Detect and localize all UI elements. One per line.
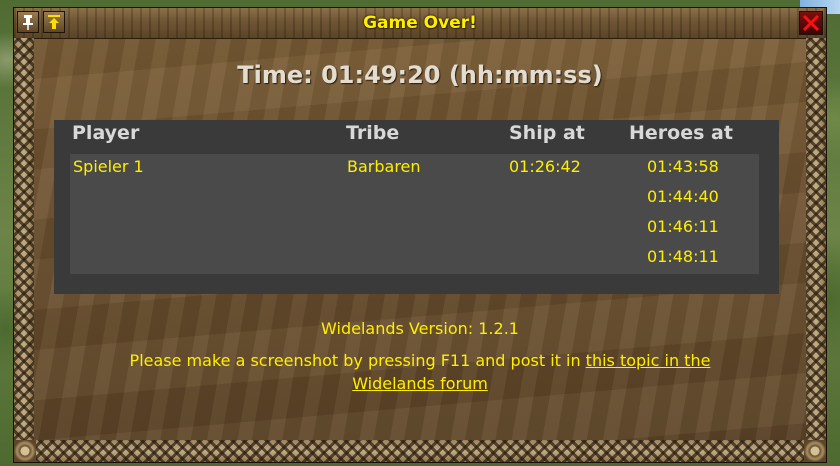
window-border-bottom[interactable]	[14, 440, 826, 462]
window-corner-left[interactable]	[14, 440, 36, 462]
message-text: Please make a screenshot by pressing F11…	[129, 351, 586, 370]
forum-link-part1[interactable]: this topic in the	[586, 351, 711, 370]
window-corner-right[interactable]	[804, 440, 826, 462]
screenshot-message: Please make a screenshot by pressing F11…	[34, 349, 806, 395]
cell-ship-at: 01:26:42	[509, 157, 581, 176]
results-table: Player Tribe Ship at Heroes at Spieler 1…	[54, 120, 779, 294]
window-border-right[interactable]	[806, 38, 826, 444]
cell-hero-time-1: 01:43:58	[647, 157, 719, 176]
close-icon[interactable]	[799, 11, 823, 35]
table-header: Player Tribe Ship at Heroes at	[54, 120, 779, 154]
cell-hero-time-4: 01:48:11	[647, 247, 719, 266]
close-glyph	[802, 14, 820, 32]
window-title: Game Over!	[363, 13, 477, 33]
column-header-heroes-at[interactable]: Heroes at	[629, 122, 733, 144]
window-titlebar[interactable]: Game Over!	[14, 8, 826, 39]
game-time-label: Time: 01:49:20 (hh:mm:ss)	[237, 61, 603, 89]
window-content: Time: 01:49:20 (hh:mm:ss) Player Tribe S…	[34, 39, 806, 440]
table-row[interactable]: Spieler 1 Barbaren 01:26:42 01:43:58 01:…	[70, 154, 759, 274]
column-header-tribe[interactable]: Tribe	[346, 122, 399, 144]
forum-link-part2[interactable]: Widelands forum	[352, 374, 488, 393]
column-header-ship-at[interactable]: Ship at	[509, 122, 585, 144]
cell-player: Spieler 1	[73, 157, 144, 176]
cell-hero-time-3: 01:46:11	[647, 217, 719, 236]
game-over-window: Game Over! Time: 01:49:20 (hh:mm:ss) Pla…	[14, 8, 826, 462]
column-header-player[interactable]: Player	[72, 122, 139, 144]
window-border-left[interactable]	[14, 38, 34, 444]
version-text: Widelands Version: 1.2.1	[321, 319, 519, 338]
cell-hero-time-2: 01:44:40	[647, 187, 719, 206]
cell-tribe: Barbaren	[347, 157, 421, 176]
